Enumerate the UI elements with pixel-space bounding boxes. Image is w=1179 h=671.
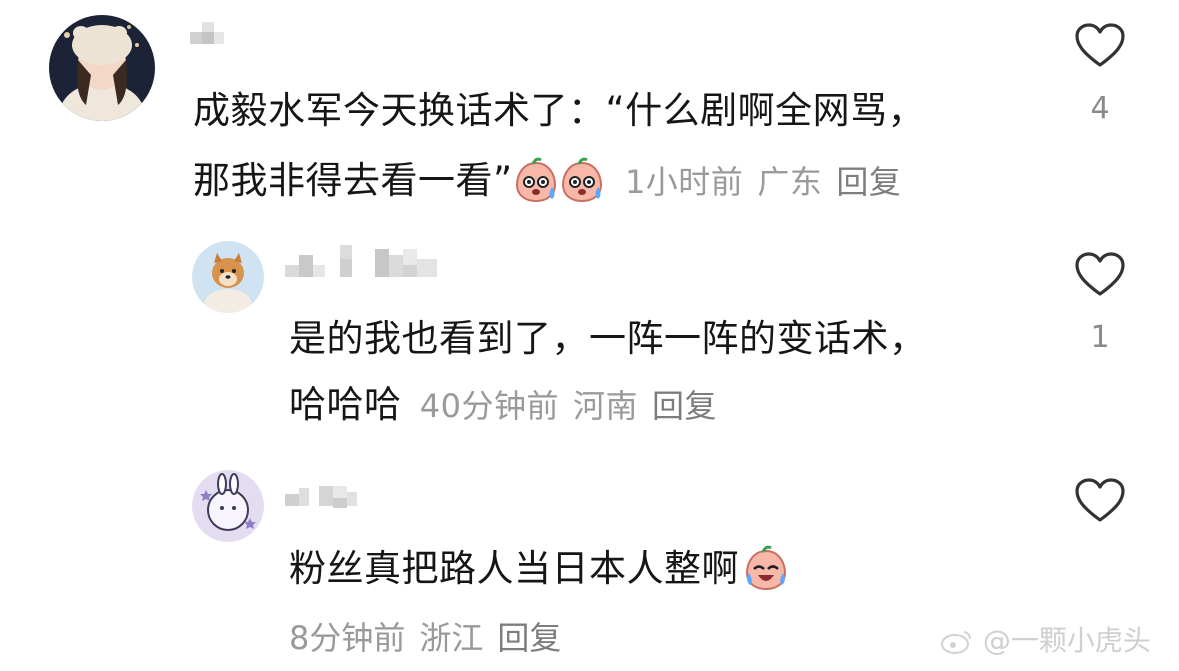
comment-text: 成毅水军今天换话术了：“什么剧啊全网骂， (193, 92, 925, 129)
heart-icon[interactable] (1074, 251, 1126, 297)
comment-meta: 40分钟前 河南 回复 (420, 387, 731, 425)
username-redacted[interactable] (190, 22, 226, 52)
username-redacted[interactable] (285, 245, 455, 285)
sweat-peach-emoji (561, 157, 602, 203)
comment-text: 粉丝真把路人当日本人整啊 (289, 545, 789, 591)
comment-location: 河南 (573, 387, 639, 425)
comment-time: 1小时前 (624, 163, 744, 201)
sweat-peach-emoji (515, 157, 556, 203)
comment-text: 那我非得去看一看” 1小时前 广东 回复 (193, 157, 915, 203)
watermark: @一颗小虎头 (940, 619, 1151, 659)
comment-meta: 1小时前 广东 回复 (625, 163, 915, 201)
comment-text: 是的我也看到了，一阵一阵的变话术， (289, 320, 927, 357)
avatar[interactable] (49, 15, 155, 121)
comment-text-line: 是的我也看到了，一阵一阵的变话术， (289, 317, 927, 360)
comment-location: 广东 (757, 163, 823, 201)
reply-button[interactable]: 回复 (836, 163, 901, 201)
comment-meta: 8分钟前 浙江 回复 (289, 613, 575, 659)
comment-text-line: 成毅水军今天换话术了：“什么剧啊全网骂， (193, 89, 926, 132)
like-count: 4 (1090, 91, 1110, 126)
like-button[interactable] (1074, 22, 1126, 72)
comment-location: 浙江 (419, 619, 484, 657)
comment-time: 40分钟前 (419, 387, 559, 425)
comment-text-line: 哈哈哈 (289, 383, 402, 426)
comment-text: 哈哈哈 40分钟前 河南 回复 (289, 386, 731, 423)
heart-icon[interactable] (1074, 477, 1126, 523)
like-button[interactable] (1074, 477, 1126, 527)
reply-button[interactable]: 回复 (497, 619, 561, 657)
reply-button[interactable]: 回复 (652, 387, 717, 425)
username-redacted[interactable] (285, 484, 365, 514)
like-button[interactable] (1074, 251, 1126, 301)
avatar[interactable] (192, 470, 264, 542)
comment-time: 8分钟前 (289, 619, 406, 657)
comment-text-line: 那我非得去看一看” (193, 159, 513, 202)
weibo-icon (941, 631, 971, 654)
avatar[interactable] (192, 241, 264, 313)
laugh-cry-peach-emoji (745, 545, 787, 591)
watermark-text: @一颗小虎头 (982, 624, 1151, 657)
comment-text-line: 粉丝真把路人当日本人整啊 (289, 547, 739, 590)
like-count: 1 (1090, 320, 1110, 355)
heart-icon[interactable] (1074, 22, 1126, 68)
